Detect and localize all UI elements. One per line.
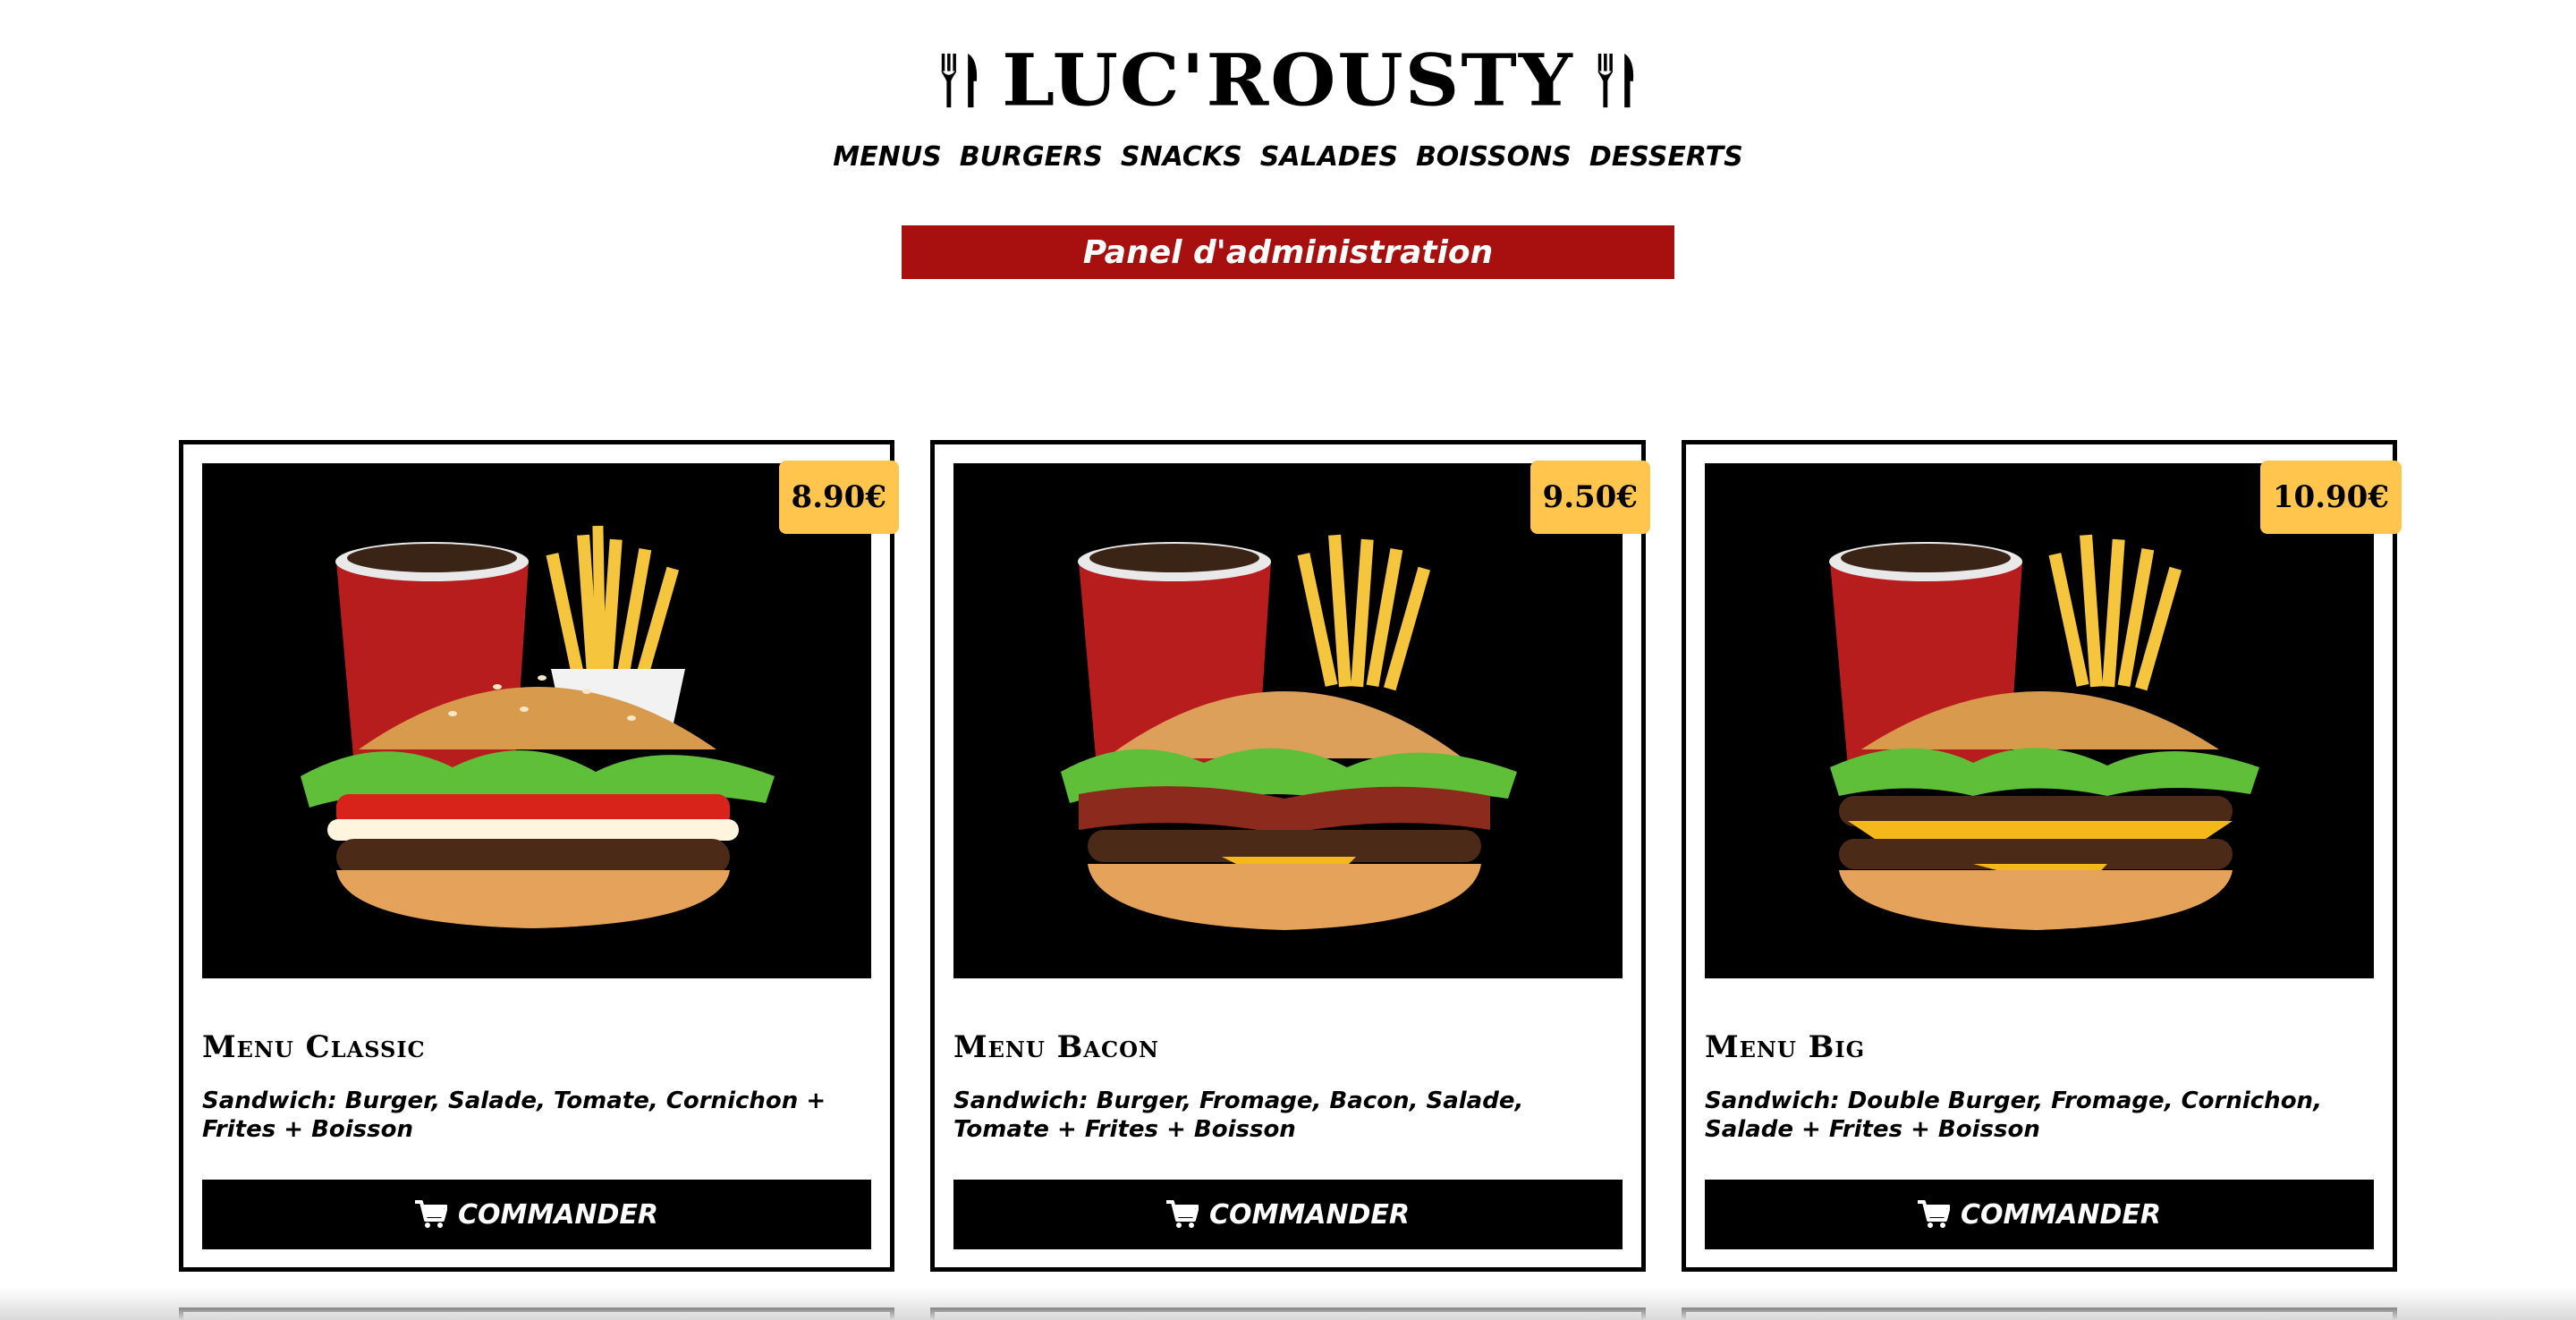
nav-item-boissons[interactable]: BOISSONS (1416, 141, 1572, 173)
menu-meal-image (202, 463, 871, 978)
price-badge: 10.90€ (2259, 461, 2402, 534)
logo[interactable]: LUC'ROUSTY (939, 36, 1637, 125)
cutlery-icon (1597, 53, 1633, 108)
product-title: Menu Classic (202, 1029, 426, 1065)
product-image (1705, 463, 2374, 978)
order-button[interactable]: COMMANDER (202, 1180, 871, 1249)
product-image (953, 463, 1623, 978)
product-card: 10.90€ Menu Big Sandwich: Double Burger,… (1682, 440, 2402, 1272)
cutlery-icon (941, 53, 978, 108)
order-button[interactable]: COMMANDER (953, 1180, 1623, 1249)
price-badge: 8.90€ (778, 461, 899, 534)
cart-icon (1917, 1200, 1950, 1228)
order-button-label: COMMANDER (457, 1198, 659, 1231)
product-title: Menu Big (1705, 1029, 1866, 1065)
nav-item-menus[interactable]: MENUS (833, 141, 941, 173)
product-description: Sandwich: Double Burger, Fromage, Cornic… (1705, 1087, 2322, 1143)
bottom-fade (0, 1288, 2576, 1320)
price-badge: 9.50€ (1530, 461, 1650, 534)
logo-text: LUC'ROUSTY (1002, 38, 1574, 123)
product-image (202, 463, 871, 978)
menu-meal-image (953, 463, 1623, 978)
product-card: 8.90€ Menu Classic Sandwich: Burger, Sal… (179, 440, 899, 1272)
menu-meal-image (1705, 463, 2374, 978)
nav-item-desserts[interactable]: DESSERTS (1589, 141, 1743, 173)
admin-panel-button[interactable]: Panel d'administration (902, 225, 1674, 279)
product-description: Sandwich: Burger, Fromage, Bacon, Salade… (953, 1087, 1524, 1143)
cart-icon (1165, 1200, 1199, 1228)
cart-icon (414, 1200, 447, 1228)
nav-item-snacks[interactable]: SNACKS (1121, 141, 1242, 173)
product-description: Sandwich: Burger, Salade, Tomate, Cornic… (202, 1087, 826, 1143)
main-nav: MENUS BURGERS SNACKS SALADES BOISSONS DE… (0, 141, 2576, 173)
product-card: 9.50€ Menu Bacon Sandwich: Burger, Froma… (930, 440, 1650, 1272)
order-button-label: COMMANDER (1960, 1198, 2162, 1231)
order-button-label: COMMANDER (1208, 1198, 1411, 1231)
nav-item-burgers[interactable]: BURGERS (960, 141, 1103, 173)
product-title: Menu Bacon (953, 1029, 1159, 1065)
order-button[interactable]: COMMANDER (1705, 1180, 2374, 1249)
nav-item-salades[interactable]: SALADES (1260, 141, 1398, 173)
